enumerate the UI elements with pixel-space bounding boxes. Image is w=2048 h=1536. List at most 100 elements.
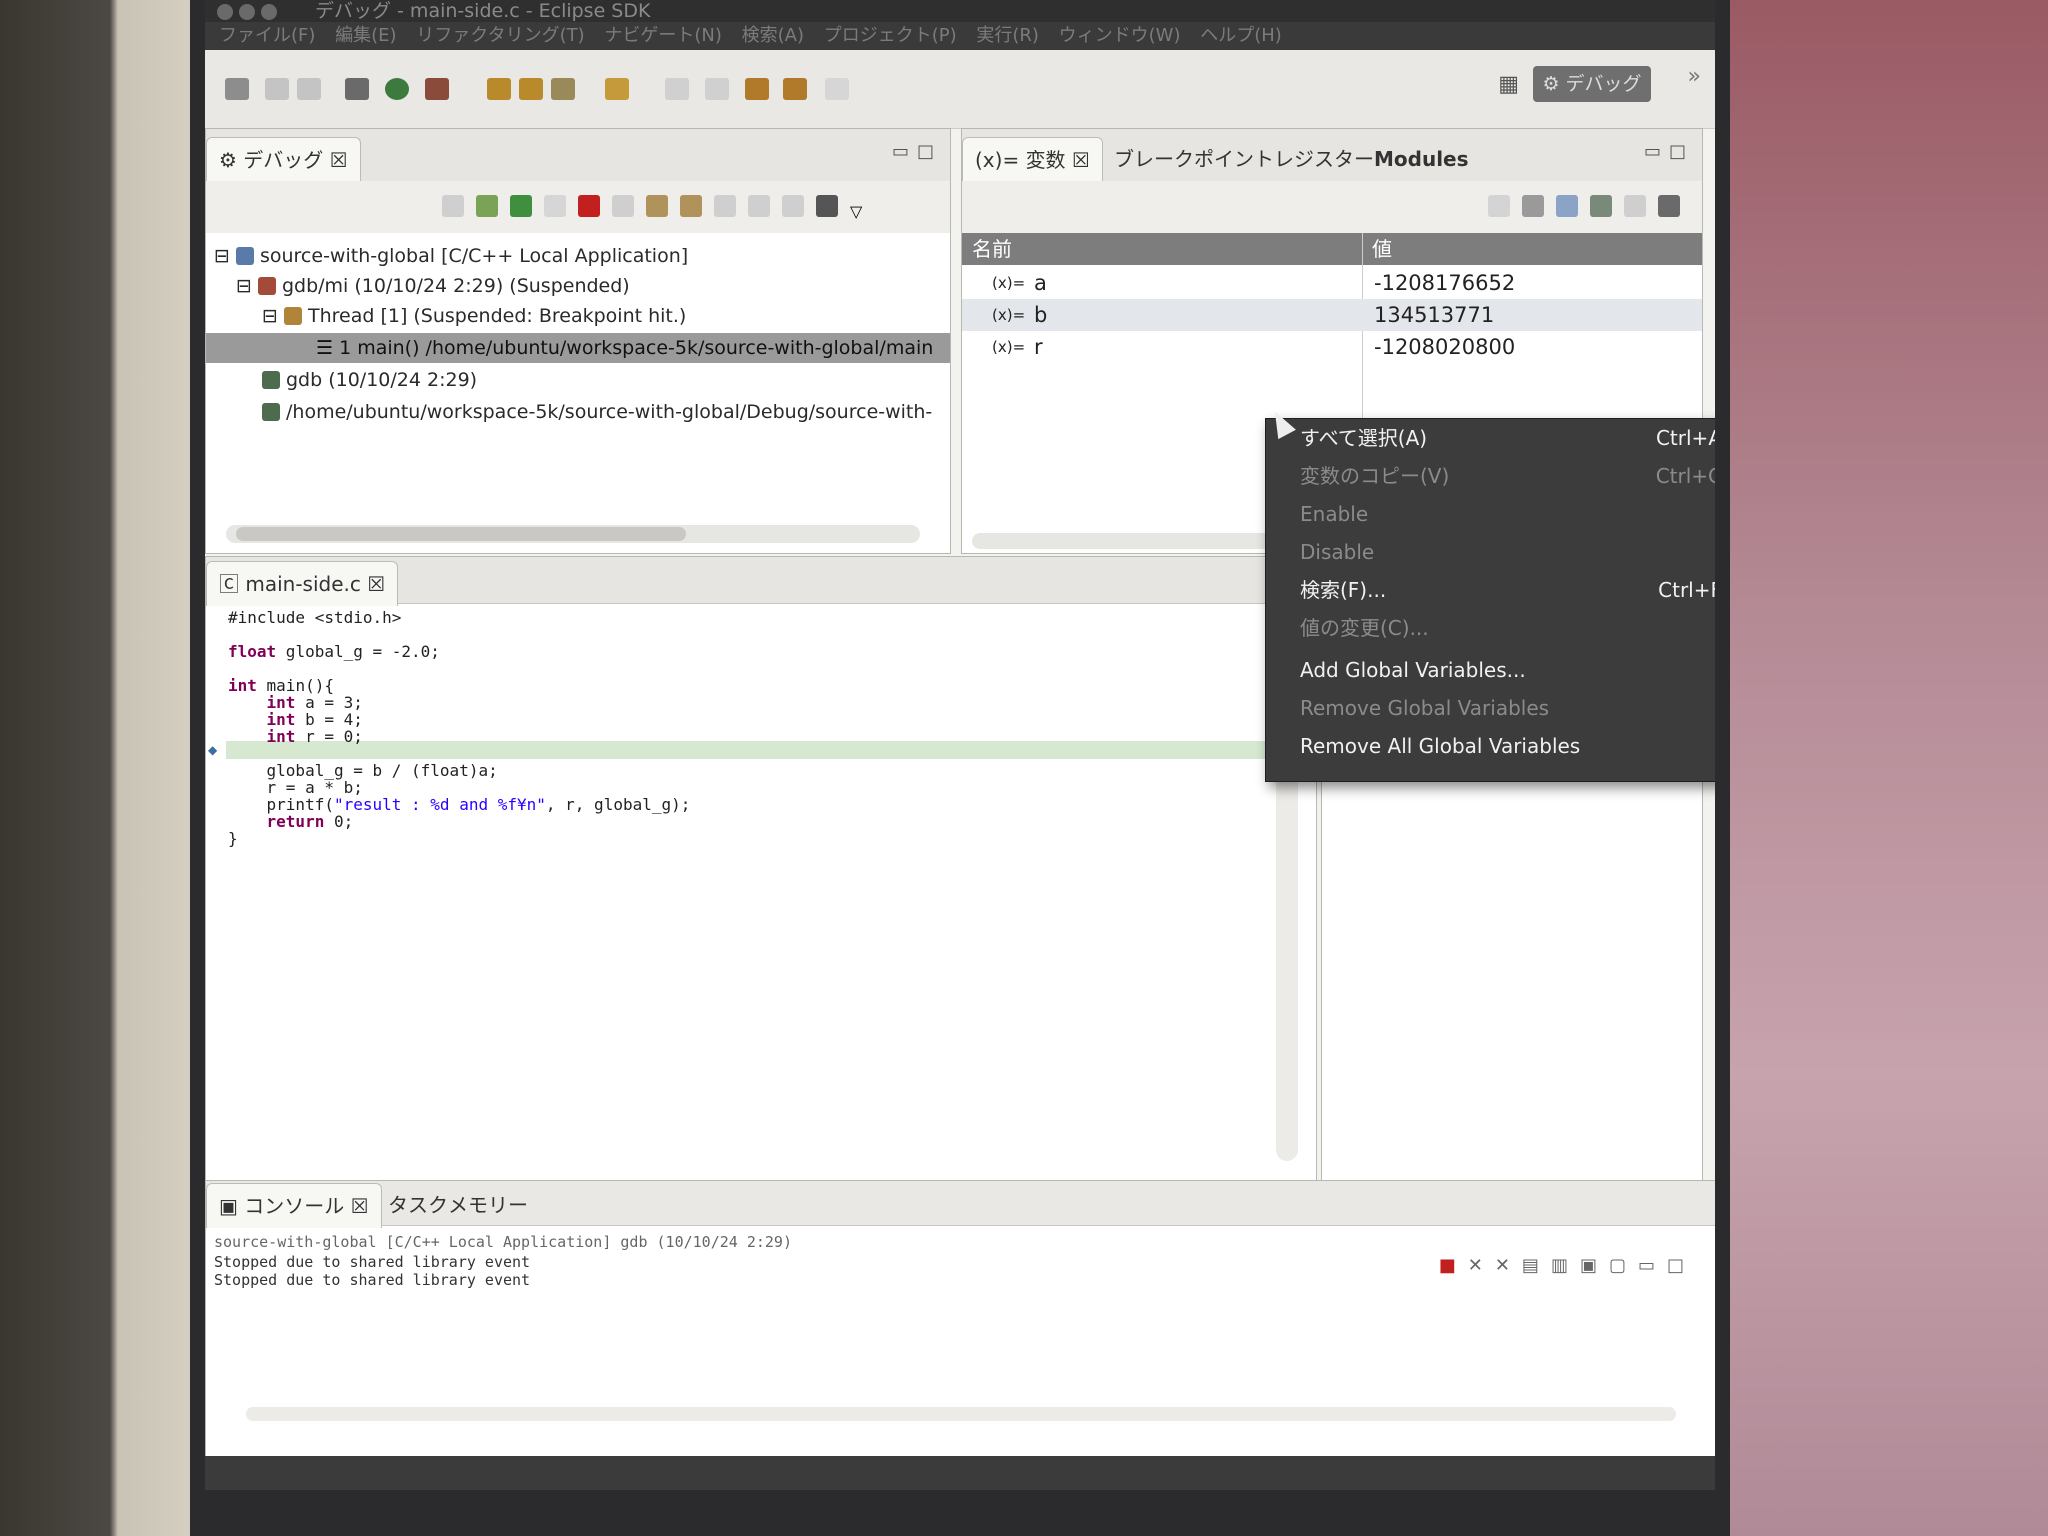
display-selected-icon[interactable]: ▣ xyxy=(1580,1255,1609,1276)
view-minmax-icons[interactable]: ▭□ xyxy=(1638,1255,1696,1276)
folder-icon[interactable] xyxy=(605,78,629,100)
close-icon[interactable]: ☒ xyxy=(367,572,385,596)
step-return-icon[interactable] xyxy=(714,195,736,217)
view-minmax-icons[interactable]: ▭□ xyxy=(892,141,942,162)
menu-item-select-all[interactable]: すべて選択(A)Ctrl+A xyxy=(1266,419,1715,457)
show-type-names-icon[interactable] xyxy=(1522,195,1544,217)
open-perspective-icon[interactable]: ▦ xyxy=(1498,72,1519,97)
tab-variables[interactable]: (x)= 変数 ☒ xyxy=(962,137,1103,182)
instruction-pointer-icon: ◆ xyxy=(208,743,218,757)
close-icon[interactable]: ☒ xyxy=(1072,148,1090,172)
horizontal-scrollbar[interactable] xyxy=(246,1407,1676,1421)
menu-file[interactable]: ファイル(F) xyxy=(219,25,315,46)
variable-icon: (x)= xyxy=(975,148,1026,172)
menu-item-remove-global-variables[interactable]: Remove Global Variables xyxy=(1266,689,1715,727)
menu-bar: ファイル(F) 編集(E) リファクタリング(T) ナビゲート(N) 検索(A)… xyxy=(205,22,1715,50)
disconnect-icon[interactable] xyxy=(612,195,634,217)
menu-item-find[interactable]: 検索(F)...Ctrl+F xyxy=(1266,571,1715,609)
print-icon[interactable] xyxy=(297,78,321,100)
source-code[interactable]: #include <stdio.h> float global_g = -2.0… xyxy=(228,609,690,847)
back-icon[interactable] xyxy=(745,78,769,100)
close-icon[interactable]: ☒ xyxy=(351,1194,369,1218)
forward-icon[interactable] xyxy=(783,78,807,100)
tab-console[interactable]: ▣ コンソール ☒ xyxy=(206,1183,382,1228)
instruction-stepping-icon[interactable] xyxy=(816,195,838,217)
view-menu-icon[interactable]: ▽ xyxy=(850,202,872,224)
scrollbar-thumb[interactable] xyxy=(236,527,686,541)
horizontal-scrollbar[interactable] xyxy=(226,525,920,543)
menu-window[interactable]: ウィンドウ(W) xyxy=(1059,25,1181,46)
menu-run[interactable]: 実行(R) xyxy=(976,25,1039,46)
debug-icon[interactable] xyxy=(345,78,369,100)
open-console-icon[interactable]: ▢ xyxy=(1609,1255,1638,1276)
chevron-right-icon[interactable]: » xyxy=(1688,64,1701,89)
save-icon[interactable] xyxy=(265,78,289,100)
menu-item-change-value[interactable]: 値の変更(C)... xyxy=(1266,609,1715,647)
tree-item-gdb-mi[interactable]: ⊟ gdb/mi (10/10/24 2:29) (Suspended) xyxy=(206,271,950,301)
minimize-icon[interactable] xyxy=(239,4,255,20)
column-name[interactable]: 名前 xyxy=(972,233,1012,265)
open-resource-icon[interactable] xyxy=(519,78,543,100)
run-icon[interactable] xyxy=(385,78,409,100)
open-type-icon[interactable] xyxy=(487,78,511,100)
tab-memory[interactable]: メモリー xyxy=(436,1183,540,1227)
menu-item-disable[interactable]: Disable xyxy=(1266,533,1715,571)
relaunch-icon[interactable] xyxy=(476,195,498,217)
next-annotation-icon[interactable] xyxy=(665,78,689,100)
menu-item-add-global-variables[interactable]: Add Global Variables... xyxy=(1266,651,1715,689)
tab-debug[interactable]: ⚙ デバッグ ☒ xyxy=(206,137,361,182)
menu-navigate[interactable]: ナビゲート(N) xyxy=(604,25,722,46)
resume-icon[interactable] xyxy=(510,195,532,217)
step-filters-icon[interactable] xyxy=(782,195,804,217)
perspective-debug-button[interactable]: ⚙ デバッグ xyxy=(1533,66,1651,102)
suspend-icon[interactable] xyxy=(544,195,566,217)
tree-item-binary[interactable]: /home/ubuntu/workspace-5k/source-with-gl… xyxy=(206,397,950,427)
close-icon[interactable]: ☒ xyxy=(330,148,348,172)
tree-item-gdb[interactable]: gdb (10/10/24 2:29) xyxy=(206,365,950,395)
menu-edit[interactable]: 編集(E) xyxy=(335,25,396,46)
remove-launch-icon[interactable]: ✕ xyxy=(1468,1255,1495,1276)
collapse-all-icon[interactable] xyxy=(1488,195,1510,217)
scroll-lock-icon[interactable]: ▤ xyxy=(1522,1255,1551,1276)
remove-all-global-icon[interactable] xyxy=(1658,195,1680,217)
external-tools-icon[interactable] xyxy=(425,78,449,100)
table-row[interactable]: (x)= r -1208020800 xyxy=(962,331,1702,363)
tab-main-side-c[interactable]: 🄲 main-side.c ☒ xyxy=(206,561,399,606)
last-edit-icon[interactable] xyxy=(825,78,849,100)
menu-item-copy-variables[interactable]: 変数のコピー(V)Ctrl+C xyxy=(1266,457,1715,495)
maximize-icon[interactable] xyxy=(261,4,277,20)
remove-terminated-icon[interactable] xyxy=(442,195,464,217)
pin-console-icon[interactable]: ▥ xyxy=(1551,1255,1580,1276)
menu-item-enable[interactable]: Enable xyxy=(1266,495,1715,533)
drop-to-frame-icon[interactable] xyxy=(748,195,770,217)
menu-project[interactable]: プロジェクト(P) xyxy=(824,25,957,46)
remove-all-icon[interactable]: ✕ xyxy=(1495,1255,1522,1276)
column-value[interactable]: 値 xyxy=(1372,233,1392,265)
tree-item-thread[interactable]: ⊟ Thread [1] (Suspended: Breakpoint hit.… xyxy=(206,301,950,331)
view-minmax-icons[interactable]: ▭□ xyxy=(1644,141,1694,162)
table-row[interactable]: (x)= b 134513771 xyxy=(962,299,1702,331)
process-icon xyxy=(262,403,280,421)
menu-help[interactable]: ヘルプ(H) xyxy=(1200,25,1282,46)
tree-item-stack-frame[interactable]: ☰ 1 main() /home/ubuntu/workspace-5k/sou… xyxy=(206,333,950,363)
prev-annotation-icon[interactable] xyxy=(705,78,729,100)
tab-breakpoints[interactable]: ブレークポイント xyxy=(1102,137,1286,181)
remove-global-icon[interactable] xyxy=(1624,195,1646,217)
c-file-icon: 🄲 xyxy=(219,572,246,596)
pin-icon[interactable] xyxy=(551,78,575,100)
layout-icon[interactable] xyxy=(1556,195,1578,217)
add-global-icon[interactable] xyxy=(1590,195,1612,217)
tree-item-launch[interactable]: ⊟ source-with-global [C/C++ Local Applic… xyxy=(206,241,950,271)
tab-modules[interactable]: Modules xyxy=(1362,137,1481,181)
menu-search[interactable]: 検索(A) xyxy=(742,25,804,46)
new-icon[interactable] xyxy=(225,78,249,100)
step-into-icon[interactable] xyxy=(646,195,668,217)
terminate-icon[interactable]: ■ xyxy=(1439,1255,1468,1276)
terminate-icon[interactable] xyxy=(578,195,600,217)
table-row[interactable]: (x)= a -1208176652 xyxy=(962,267,1702,299)
close-icon[interactable] xyxy=(217,4,233,20)
menu-refactor[interactable]: リファクタリング(T) xyxy=(416,25,584,46)
menu-item-remove-all-global-variables[interactable]: Remove All Global Variables xyxy=(1266,727,1715,765)
console-view: ▣ コンソール ☒ タスク メモリー source-with-global [C… xyxy=(205,1180,1715,1462)
step-over-icon[interactable] xyxy=(680,195,702,217)
